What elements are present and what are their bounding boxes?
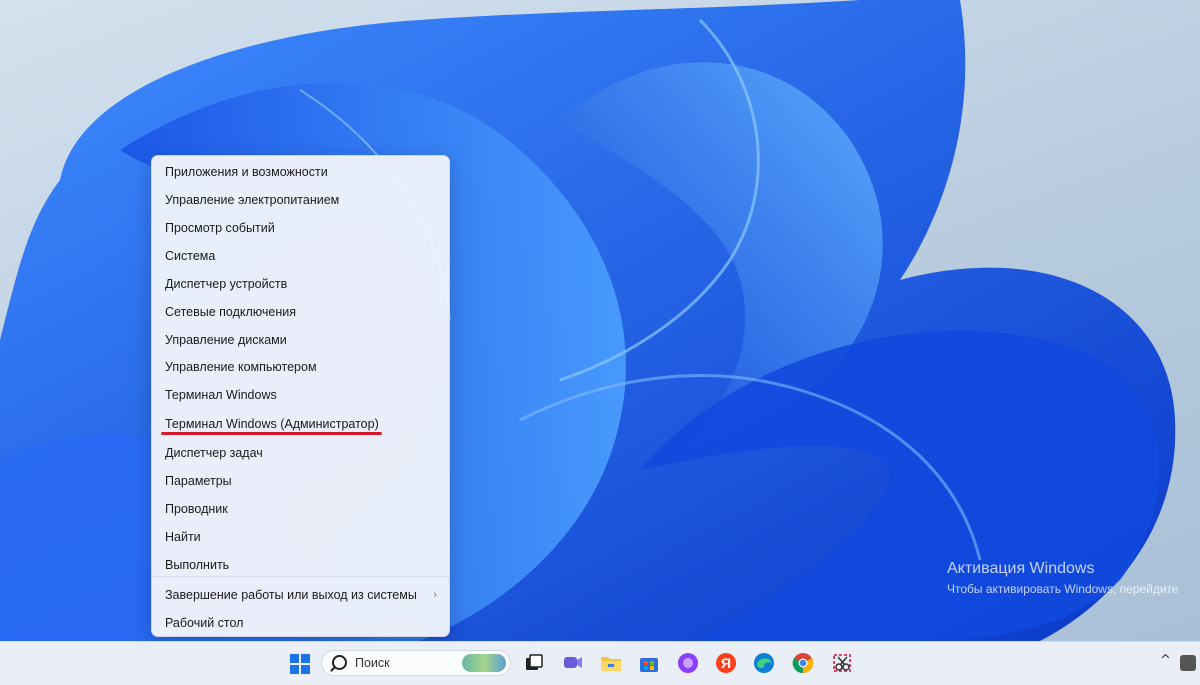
chevron-right-icon: › — [433, 589, 437, 601]
taskbar: Поиск Я ^ — [0, 641, 1200, 685]
search-icon — [332, 655, 347, 670]
menu-item-network-connections[interactable]: Сетевые подключения — [156, 299, 445, 325]
menu-item-label: Управление электропитанием — [165, 193, 340, 207]
store-icon[interactable] — [638, 652, 660, 674]
menu-item-task-manager[interactable]: Диспетчер задач — [156, 440, 445, 466]
menu-item-label: Выполнить — [165, 558, 230, 572]
menu-item-windows-terminal[interactable]: Терминал Windows — [156, 382, 445, 408]
menu-item-label: Терминал Windows — [165, 388, 277, 402]
watermark-subtitle: Чтобы активировать Windows, перейдите — [947, 582, 1179, 596]
watermark-title: Активация Windows — [947, 560, 1095, 577]
alice-icon[interactable] — [677, 652, 699, 674]
highlight-underline — [161, 432, 382, 435]
menu-item-label: Приложения и возможности — [165, 165, 328, 179]
menu-item-event-viewer[interactable]: Просмотр событий — [156, 215, 445, 241]
menu-item-label: Сетевые подключения — [165, 305, 297, 319]
menu-item-label: Управление компьютером — [165, 360, 317, 374]
menu-item-shutdown-signout[interactable]: Завершение работы или выход из системы › — [156, 582, 445, 608]
menu-item-label: Проводник — [165, 502, 228, 516]
menu-item-label: Диспетчер задач — [165, 446, 263, 460]
file-explorer-icon[interactable] — [600, 652, 622, 674]
menu-item-search[interactable]: Найти — [156, 524, 445, 550]
show-hidden-icons-chevron-icon[interactable]: ^ — [1160, 653, 1171, 668]
snipping-tool-icon[interactable] — [831, 652, 853, 674]
edge-icon[interactable] — [753, 652, 775, 674]
task-view-icon[interactable] — [525, 654, 543, 672]
tray-app-icon[interactable] — [1180, 655, 1196, 671]
menu-item-file-explorer[interactable]: Проводник — [156, 496, 445, 522]
menu-item-disk-management[interactable]: Управление дисками — [156, 327, 445, 353]
menu-item-label: Система — [165, 249, 216, 263]
search-placeholder: Поиск — [355, 656, 390, 670]
menu-item-power-options[interactable]: Управление электропитанием — [156, 187, 445, 213]
menu-item-label: Диспетчер устройств — [165, 277, 288, 291]
menu-item-label: Управление дисками — [165, 333, 287, 347]
menu-item-apps-features[interactable]: Приложения и возможности — [156, 159, 445, 185]
search-highlight-image — [462, 654, 506, 672]
menu-item-label: Параметры — [165, 474, 232, 488]
chat-icon[interactable] — [562, 652, 584, 674]
menu-item-settings[interactable]: Параметры — [156, 468, 445, 494]
yandex-browser-icon[interactable]: Я — [715, 652, 737, 674]
menu-item-label: Рабочий стол — [165, 616, 244, 630]
search-box[interactable]: Поиск — [321, 650, 511, 676]
start-icon[interactable] — [290, 654, 310, 674]
menu-separator — [152, 576, 449, 577]
menu-item-computer-management[interactable]: Управление компьютером — [156, 354, 445, 380]
activation-watermark: Активация Windows Чтобы активировать Win… — [947, 560, 1179, 596]
menu-item-device-manager[interactable]: Диспетчер устройств — [156, 271, 445, 297]
menu-item-system[interactable]: Система — [156, 243, 445, 269]
menu-item-label: Терминал Windows (Администратор) — [165, 417, 379, 431]
svg-text:Я: Я — [721, 655, 731, 671]
menu-item-run[interactable]: Выполнить — [156, 552, 445, 578]
menu-item-label: Просмотр событий — [165, 221, 275, 235]
menu-item-label: Найти — [165, 530, 201, 544]
menu-item-desktop[interactable]: Рабочий стол — [156, 610, 445, 636]
winx-context-menu: Приложения и возможности Управление элек… — [151, 155, 450, 637]
menu-item-label: Завершение работы или выход из системы — [165, 588, 417, 602]
chrome-icon[interactable] — [792, 652, 814, 674]
